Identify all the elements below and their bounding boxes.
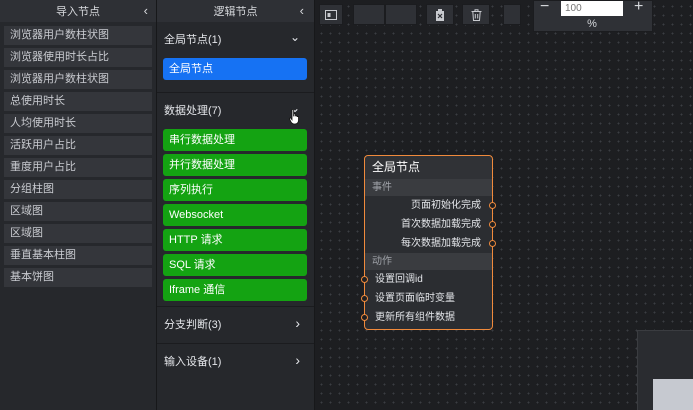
import-node-item[interactable]: 区域图 — [4, 202, 152, 221]
import-nodes-header: 导入节点 ‹ — [0, 0, 156, 22]
input-port[interactable] — [361, 295, 368, 302]
import-node-item[interactable]: 浏览器用户数柱状图 — [4, 26, 152, 45]
node-actions-label: 动作 — [365, 253, 492, 270]
section-data-label: 数据处理(7) — [164, 105, 222, 117]
section-global-nodes[interactable]: 全局节点(1) ⌄ — [157, 22, 314, 58]
canvas-toolbar: − + % — [315, 0, 693, 32]
import-node-item[interactable]: 分组柱图 — [4, 180, 152, 199]
node-event-label: 页面初始化完成 — [411, 200, 481, 211]
chevron-right-icon: › — [295, 315, 300, 331]
import-node-item[interactable]: 活跃用户占比 — [4, 136, 152, 155]
section-branch[interactable]: 分支判断(3) › — [157, 307, 314, 343]
node-title: 全局节点 — [365, 156, 492, 179]
data-node-item[interactable]: HTTP 请求 — [163, 229, 307, 251]
chevron-right-icon: › — [295, 352, 300, 368]
zoom-in-button[interactable]: + — [634, 0, 643, 15]
output-port[interactable] — [489, 240, 496, 247]
delete-icon — [471, 8, 481, 21]
import-node-item[interactable]: 浏览器用户数柱状图 — [4, 70, 152, 89]
collapse-left-icon[interactable]: ‹ — [300, 0, 304, 22]
output-port[interactable] — [489, 202, 496, 209]
chevron-down-icon: ⌄ — [289, 30, 300, 44]
clear-button[interactable] — [426, 4, 454, 25]
global-node-card[interactable]: 全局节点 事件 页面初始化完成 首次数据加载完成 每次数据加载完成 动作 设置回… — [361, 155, 496, 330]
zoom-percent-label: % — [587, 18, 597, 30]
data-node-item[interactable]: Websocket — [163, 204, 307, 226]
node-action-label: 设置页面临时变量 — [375, 293, 455, 304]
logic-nodes-title: 逻辑节点 — [213, 6, 258, 18]
import-node-item[interactable]: 基本饼图 — [4, 268, 152, 287]
collapse-left-icon[interactable]: ‹ — [144, 0, 148, 22]
delete-button[interactable] — [462, 4, 490, 25]
import-node-item[interactable]: 人均使用时长 — [4, 114, 152, 133]
node-event-row: 首次数据加载完成 — [365, 215, 496, 234]
logic-nodes-panel: 逻辑节点 ‹ 全局节点(1) ⌄ 全局节点 数据处理(7) ⌄ 串行数据处理 并… — [157, 0, 315, 410]
layout-button[interactable] — [319, 4, 343, 25]
import-node-item[interactable]: 总使用时长 — [4, 92, 152, 111]
node-event-label: 每次数据加载完成 — [401, 238, 481, 249]
input-port[interactable] — [361, 314, 368, 321]
node-event-label: 首次数据加载完成 — [401, 219, 481, 230]
section-input-devices[interactable]: 输入设备(1) › — [157, 344, 314, 380]
output-port[interactable] — [489, 221, 496, 228]
pointer-cursor-icon — [289, 109, 299, 125]
canvas-minimap[interactable] — [637, 330, 693, 410]
data-node-item[interactable]: 串行数据处理 — [163, 129, 307, 151]
import-node-item[interactable]: 浏览器使用时长占比 — [4, 48, 152, 67]
clear-icon — [436, 8, 444, 21]
layout-icon — [325, 9, 337, 20]
zoom-input[interactable] — [561, 1, 623, 16]
toolbar-button[interactable] — [353, 4, 385, 25]
import-nodes-panel: 导入节点 ‹ 浏览器用户数柱状图 浏览器使用时长占比 浏览器用户数柱状图 总使用… — [0, 0, 157, 410]
import-nodes-title: 导入节点 — [56, 6, 100, 18]
import-node-item[interactable]: 重度用户占比 — [4, 158, 152, 177]
data-node-item[interactable]: SQL 请求 — [163, 254, 307, 276]
node-action-label: 更新所有组件数据 — [375, 312, 455, 323]
import-node-list: 浏览器用户数柱状图 浏览器使用时长占比 浏览器用户数柱状图 总使用时长 人均使用… — [0, 22, 156, 292]
minimap-viewport[interactable] — [653, 379, 693, 410]
section-branch-label: 分支判断(3) — [164, 319, 222, 331]
section-global-label: 全局节点(1) — [164, 34, 222, 46]
zoom-out-button[interactable]: − — [540, 0, 549, 15]
zoom-control: − + % — [533, 0, 653, 32]
global-node-item[interactable]: 全局节点 — [163, 58, 307, 80]
node-action-row: 更新所有组件数据 — [361, 308, 492, 327]
node-action-row: 设置回调id — [361, 270, 492, 289]
node-event-row: 每次数据加载完成 — [365, 234, 496, 253]
node-event-row: 页面初始化完成 — [365, 196, 496, 215]
node-events-label: 事件 — [365, 179, 492, 196]
input-port[interactable] — [361, 276, 368, 283]
section-input-label: 输入设备(1) — [164, 356, 222, 368]
data-node-item[interactable]: 并行数据处理 — [163, 154, 307, 176]
toolbar-button[interactable] — [503, 4, 521, 25]
import-node-item[interactable]: 垂直基本柱图 — [4, 246, 152, 265]
data-node-item[interactable]: Iframe 通信 — [163, 279, 307, 301]
data-node-item[interactable]: 序列执行 — [163, 179, 307, 201]
toolbar-button[interactable] — [385, 4, 417, 25]
import-node-item[interactable]: 区域图 — [4, 224, 152, 243]
node-action-row: 设置页面临时变量 — [361, 289, 492, 308]
node-action-label: 设置回调id — [375, 274, 423, 285]
